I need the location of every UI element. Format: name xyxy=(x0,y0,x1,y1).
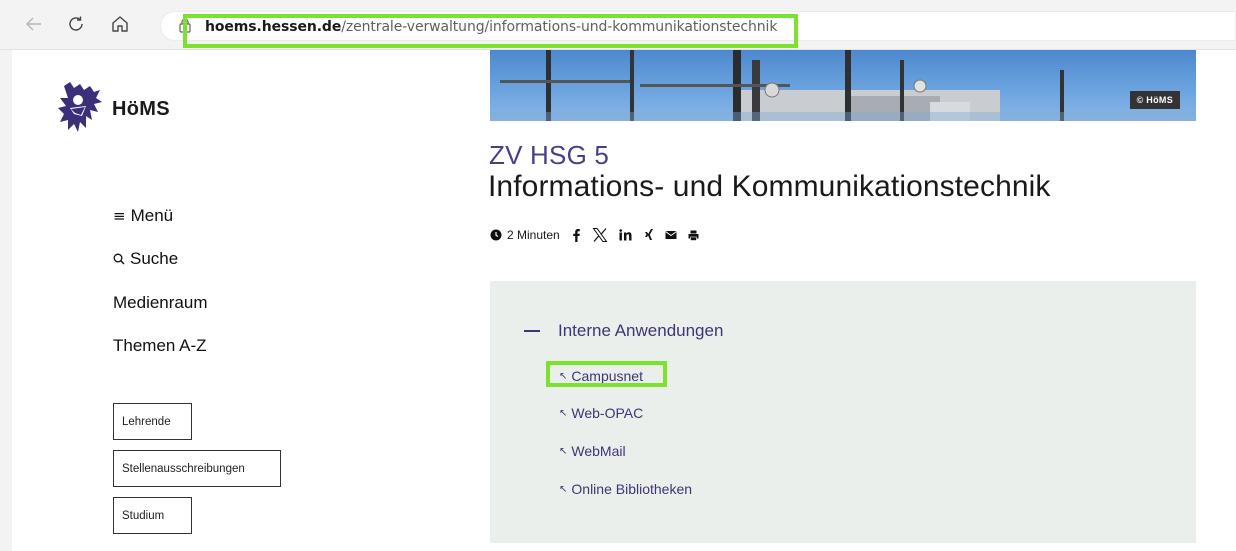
reading-time-text: 2 Minuten xyxy=(507,228,560,242)
lion-logo-icon[interactable] xyxy=(56,80,104,135)
share-facebook[interactable] xyxy=(571,228,581,242)
antenna-roof-image xyxy=(490,50,1196,121)
clock-icon xyxy=(490,229,502,241)
link-label: Online Bibliotheken xyxy=(571,481,693,497)
lehrende-button[interactable]: Lehrende xyxy=(113,403,192,440)
print-icon xyxy=(688,230,699,241)
sidebar-edge xyxy=(0,50,12,551)
page-code: ZV HSG 5 xyxy=(489,140,610,170)
search-button[interactable]: Suche xyxy=(113,249,178,269)
url-highlight-box xyxy=(183,14,798,48)
reading-time: 2 Minuten xyxy=(490,228,560,242)
reload-icon xyxy=(69,16,83,31)
home-button[interactable] xyxy=(108,12,132,36)
site-brand[interactable]: HöMS xyxy=(112,98,170,121)
external-link-icon: ↖ xyxy=(559,483,568,495)
share-mail[interactable] xyxy=(664,230,677,240)
back-icon xyxy=(26,17,41,31)
share-linkedin[interactable] xyxy=(619,229,633,241)
accordion-header[interactable]: Interne Anwendungen xyxy=(524,321,723,341)
search-icon xyxy=(113,253,125,265)
hero-image: © HöMS xyxy=(490,50,1196,121)
x-icon xyxy=(592,228,608,242)
article-meta: 2 Minuten xyxy=(490,226,699,244)
mail-icon xyxy=(664,231,677,239)
collapse-icon xyxy=(524,330,540,332)
hamburger-icon: ≡ xyxy=(113,207,126,225)
page-title: Informations- und Kommunikationstechnik xyxy=(488,170,1051,203)
search-label: Suche xyxy=(130,249,179,268)
link-label: Web-OPAC xyxy=(571,405,644,421)
menu-button[interactable]: ≡ Menü xyxy=(113,206,173,226)
external-link-icon: ↖ xyxy=(559,407,568,419)
print-button[interactable] xyxy=(688,230,699,241)
xing-icon xyxy=(644,229,653,240)
share-x[interactable] xyxy=(592,227,608,243)
copyright-badge: © HöMS xyxy=(1129,91,1180,109)
link-label: WebMail xyxy=(571,443,626,459)
link-online-bibliotheken[interactable]: ↖ Online Bibliotheken xyxy=(559,481,692,497)
accordion-heading: Interne Anwendungen xyxy=(558,321,724,340)
linkedin-icon xyxy=(619,229,632,241)
back-button[interactable] xyxy=(22,12,46,36)
reload-button[interactable] xyxy=(64,12,88,36)
accordion-panel: Interne Anwendungen ↖ Campusnet ↖ Web-OP… xyxy=(490,281,1196,543)
facebook-icon xyxy=(572,229,580,242)
stellenausschreibungen-button[interactable]: Stellenausschreibungen xyxy=(113,450,281,487)
menu-label: Menü xyxy=(130,206,174,225)
nav-link-medienraum[interactable]: Medienraum xyxy=(113,293,208,313)
nav-link-themen[interactable]: Themen A-Z xyxy=(113,336,207,356)
campusnet-highlight-box xyxy=(546,361,667,387)
link-webmail[interactable]: ↖ WebMail xyxy=(559,443,626,459)
home-icon xyxy=(112,16,128,32)
studium-button[interactable]: Studium xyxy=(113,497,192,534)
link-web-opac[interactable]: ↖ Web-OPAC xyxy=(559,405,643,421)
share-xing[interactable] xyxy=(644,228,654,242)
external-link-icon: ↖ xyxy=(559,445,568,457)
